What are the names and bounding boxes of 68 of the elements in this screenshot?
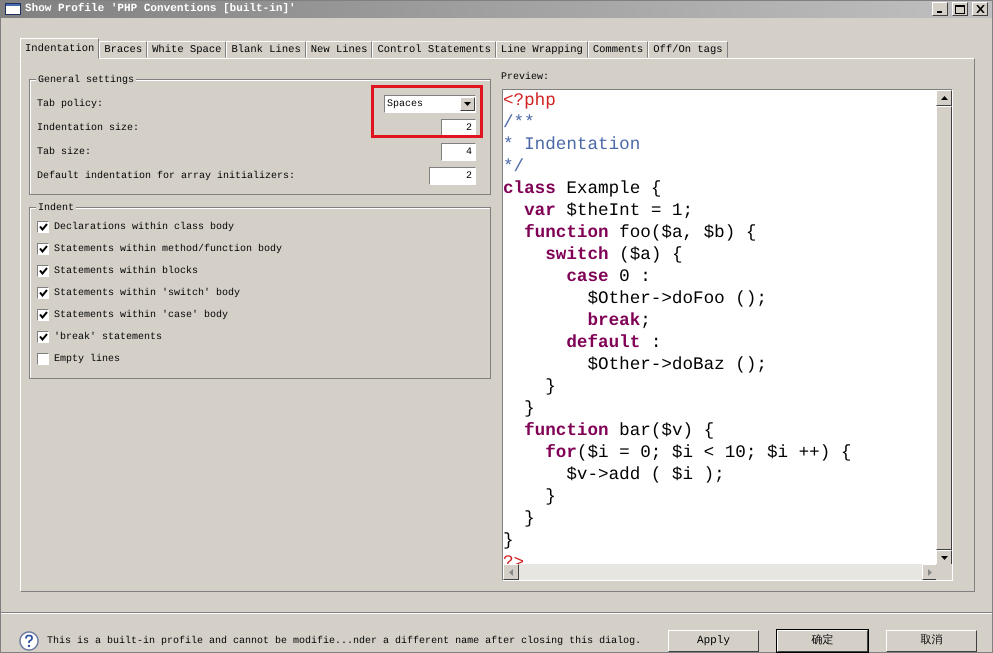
checkbox-label: Statements within method/function body [54, 242, 282, 256]
code-line: default : [565, 332, 662, 354]
checkbox-label: 'break' statements [54, 330, 162, 344]
code-line: /** [503, 112, 536, 134]
preview-label: Preview: [501, 70, 550, 85]
horizontal-scrollbar[interactable] [503, 564, 938, 580]
code-line: for($i = 0; $i < 10; $i ++) { [544, 442, 852, 464]
checkbox[interactable] [37, 221, 49, 233]
code-line: */ [503, 156, 526, 178]
code-line: function foo($a, $b) { [523, 222, 758, 244]
code-line: } [544, 376, 557, 398]
checkbox[interactable] [37, 287, 49, 299]
maximize-button[interactable] [952, 2, 968, 16]
close-icon [976, 5, 984, 14]
tab[interactable]: New Lines [306, 41, 372, 58]
code-line: break; [586, 310, 652, 332]
checkbox[interactable] [37, 309, 49, 321]
tab[interactable]: White Space [147, 41, 226, 58]
checkbox-label: Statements within 'switch' body [54, 286, 240, 300]
field-label: Tab policy: [37, 98, 104, 112]
tab[interactable]: Braces [99, 41, 148, 58]
dropdown[interactable]: Spaces [384, 95, 476, 113]
tab[interactable]: Line Wrapping [496, 41, 588, 58]
tab[interactable]: Blank Lines [226, 41, 306, 58]
window-icon [5, 3, 21, 16]
code-line: var $theInt = 1; [523, 200, 694, 222]
checkbox[interactable] [37, 353, 49, 365]
code-line: * Indentation [503, 134, 642, 156]
checkbox-label: Statements within 'case' body [54, 308, 228, 322]
number-field[interactable]: 2 [429, 167, 476, 185]
checkbox-label: Empty lines [54, 352, 120, 366]
checkbox-label: Declarations within class body [54, 220, 234, 234]
checkbox-label: Statements within blocks [54, 264, 198, 278]
code-line: $Other->doFoo (); [586, 288, 768, 310]
checkbox[interactable] [37, 243, 49, 255]
field-label: Default indentation for array initializers: [37, 170, 296, 184]
code-line: switch ($a) { [544, 244, 684, 266]
code-line: $Other->doBaz (); [586, 354, 768, 376]
dialog-button[interactable]: 确定 [777, 630, 868, 652]
close-button[interactable] [972, 2, 988, 16]
code-line: } [523, 508, 536, 530]
checkbox[interactable] [37, 331, 49, 343]
tab[interactable]: Off/On tags [648, 41, 728, 58]
checkbox[interactable] [37, 265, 49, 277]
code-line: case 0 : [565, 266, 652, 288]
field-label: Indentation size: [37, 122, 140, 136]
field-label: Tab size: [37, 146, 92, 160]
window-title: Show Profile 'PHP Conventions [built-in]' [25, 2, 296, 17]
maximize-icon [955, 4, 965, 14]
code-line: class Example { [503, 178, 662, 200]
number-field[interactable]: 4 [441, 143, 476, 161]
dialog-button[interactable]: 取消 [886, 630, 977, 652]
dialog-button[interactable]: Apply [668, 630, 759, 652]
code-line: } [523, 398, 536, 420]
code-line: } [544, 486, 557, 508]
code-line: $v->add ( $i ); [565, 464, 726, 486]
scroll-left-icon[interactable] [503, 564, 519, 580]
code-line: } [503, 530, 515, 552]
code-line: <?php [503, 90, 557, 112]
tab[interactable]: Comments [588, 41, 648, 58]
code-line: function bar($v) { [523, 420, 716, 442]
minimize-button[interactable] [932, 2, 948, 16]
scroll-up-icon[interactable] [936, 90, 952, 106]
help-icon[interactable] [19, 631, 39, 651]
tab[interactable]: Indentation [20, 38, 100, 59]
dropdown-value: Spaces [387, 98, 424, 112]
status-message: This is a built-in profile and cannot be modifie...nder a different name after closing this dialog. [47, 634, 642, 648]
tab[interactable]: Control Statements [372, 41, 496, 58]
